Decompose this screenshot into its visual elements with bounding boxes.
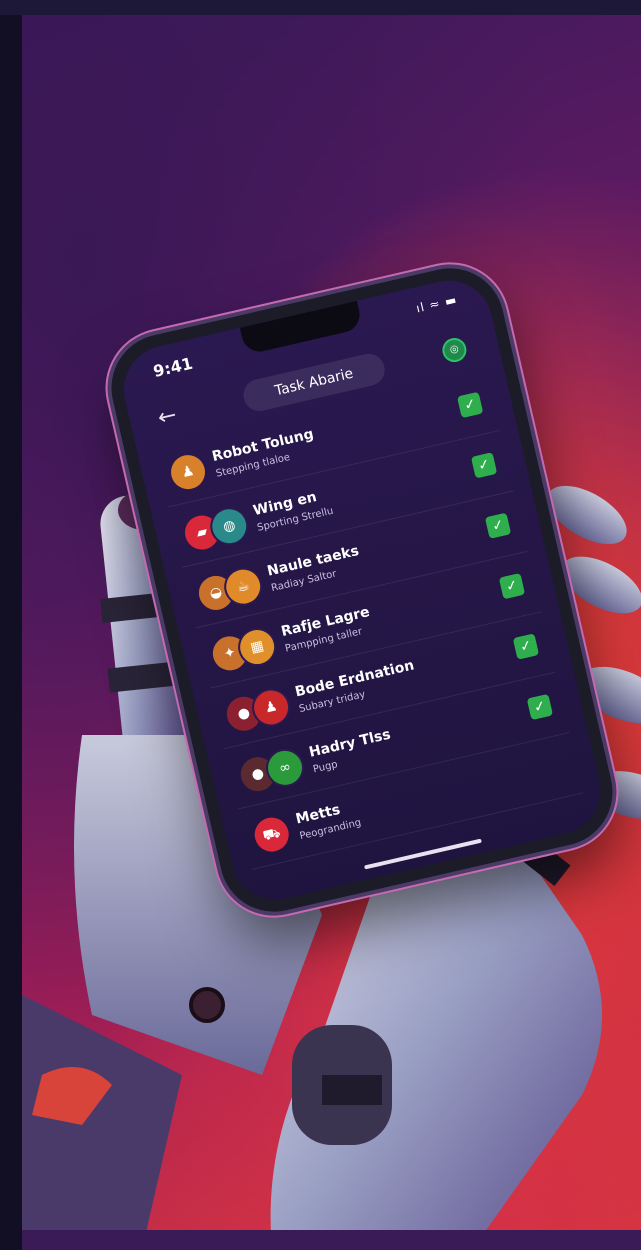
task-subtitle: Pugp bbox=[312, 759, 339, 776]
status-icons: ıl ≈ ▬ bbox=[414, 292, 459, 316]
checkbox-checked-icon[interactable]: ✓ bbox=[512, 633, 540, 660]
person-icon: ♟ bbox=[167, 451, 209, 493]
checkbox-checked-icon[interactable]: ✓ bbox=[456, 391, 484, 419]
top-frame-bar bbox=[0, 0, 641, 15]
bottom-frame-strip bbox=[22, 1230, 641, 1250]
cart-icon: ⛟ bbox=[251, 814, 293, 855]
status-time: 9:41 bbox=[151, 353, 195, 382]
checkbox-checked-icon[interactable]: ✓ bbox=[470, 452, 498, 479]
checkbox-checked-icon[interactable]: ✓ bbox=[526, 693, 554, 721]
checkbox-checked-icon[interactable]: ✓ bbox=[484, 512, 512, 539]
robot-hand-scene: 9:41 ıl ≈ ▬ ← Task Abarie ◎ ♟ Robot Tolun… bbox=[22, 15, 641, 1250]
checkbox-checked-icon[interactable]: ✓ bbox=[498, 572, 526, 600]
back-arrow-icon[interactable]: ← bbox=[155, 403, 179, 432]
left-frame-bar bbox=[0, 15, 22, 1250]
task-name: Hadry Tlss bbox=[307, 726, 393, 761]
settings-icon[interactable]: ◎ bbox=[440, 335, 469, 365]
home-indicator[interactable] bbox=[364, 838, 482, 870]
